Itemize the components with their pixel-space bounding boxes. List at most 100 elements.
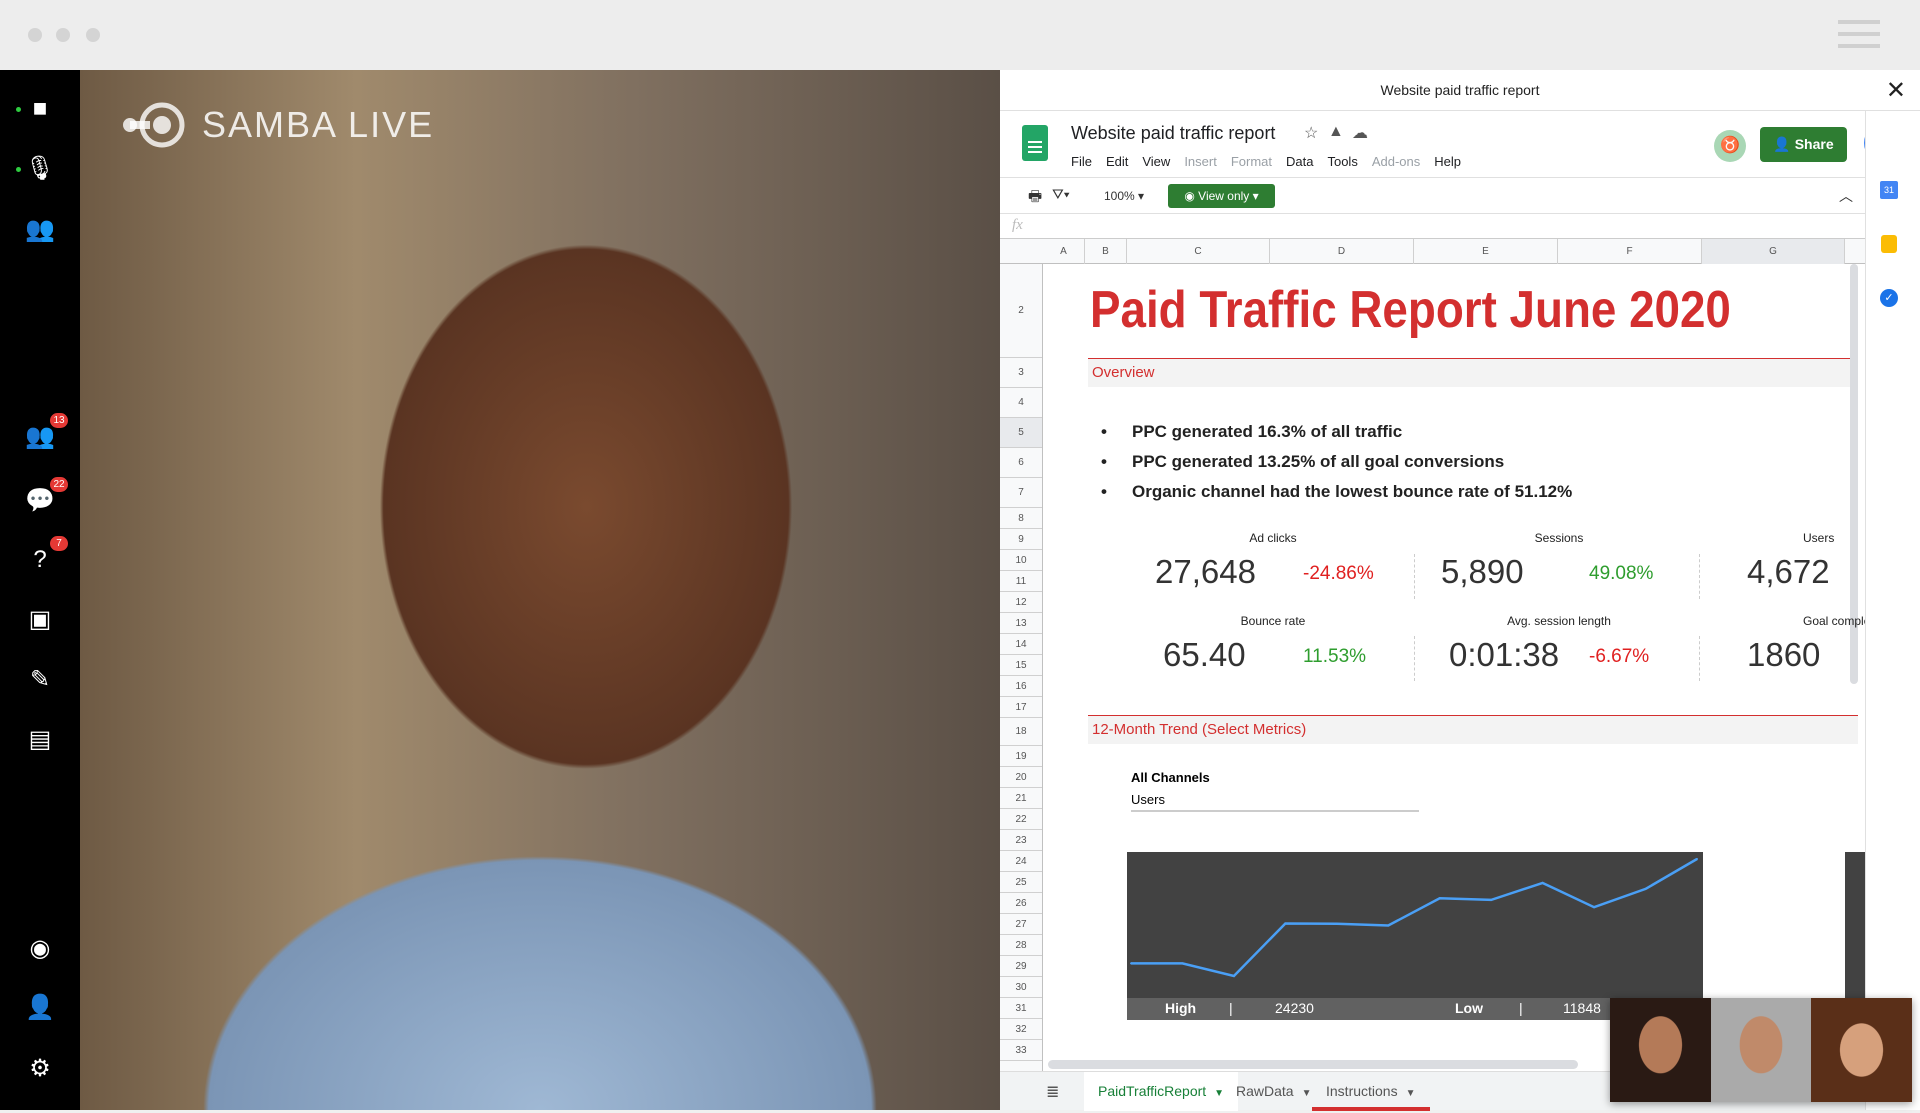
row-header[interactable]: 21 xyxy=(1000,788,1042,809)
row-header[interactable]: 7 xyxy=(1000,478,1042,508)
presentation-icon[interactable]: ▣ xyxy=(22,602,58,638)
video-camera-icon[interactable]: ■ xyxy=(22,91,58,127)
document-title[interactable]: Website paid traffic report xyxy=(1071,123,1275,144)
row-header[interactable]: 28 xyxy=(1000,935,1042,956)
column-header[interactable]: G xyxy=(1702,239,1845,264)
pencil-icon[interactable]: ✎ xyxy=(22,662,58,698)
row-header[interactable]: 32 xyxy=(1000,1019,1042,1040)
row-header[interactable]: 20 xyxy=(1000,767,1042,788)
row-header[interactable]: 4 xyxy=(1000,388,1042,418)
all-sheets-icon[interactable]: ≣ xyxy=(1046,1082,1059,1102)
menu-edit[interactable]: Edit xyxy=(1106,154,1128,169)
menu-tools[interactable]: Tools xyxy=(1327,154,1357,169)
row-header[interactable]: 31 xyxy=(1000,998,1042,1019)
filter-icon[interactable]: ⛛▾ xyxy=(1052,186,1070,203)
screen-share-person-icon[interactable]: 👥 xyxy=(22,212,58,248)
star-icon[interactable]: ☆ xyxy=(1304,123,1318,143)
view-only-button[interactable]: ◉ View only ▾ xyxy=(1168,184,1275,208)
window-minimize-dot[interactable] xyxy=(56,28,70,42)
notification-badge: 7 xyxy=(50,536,68,551)
dropdown-arrow-icon[interactable]: ▼ xyxy=(1302,1088,1312,1099)
row-header[interactable]: 9 xyxy=(1000,529,1042,550)
column-header[interactable]: F xyxy=(1558,239,1702,264)
row-header[interactable]: 29 xyxy=(1000,956,1042,977)
row-header[interactable]: 11 xyxy=(1000,571,1042,592)
formula-input[interactable] xyxy=(1043,217,1858,235)
hamburger-menu-icon[interactable] xyxy=(1838,20,1880,50)
tasks-icon[interactable]: ✓ xyxy=(1880,289,1898,307)
sheet-tab[interactable]: RawData ▼ xyxy=(1222,1072,1326,1111)
notification-badge: 13 xyxy=(50,413,68,428)
row-header[interactable]: 5 xyxy=(1000,418,1042,448)
row-header[interactable]: 6 xyxy=(1000,448,1042,478)
row-header[interactable]: 12 xyxy=(1000,592,1042,613)
menu-view[interactable]: View xyxy=(1142,154,1170,169)
column-header[interactable]: A xyxy=(1043,239,1085,264)
add-user-icon[interactable]: 👤 xyxy=(22,990,58,1026)
row-header[interactable]: 8 xyxy=(1000,508,1042,529)
calendar-icon[interactable]: 31 xyxy=(1880,181,1898,199)
close-icon[interactable]: ✕ xyxy=(1886,76,1906,105)
kpi-label: Avg. session length xyxy=(1507,614,1611,628)
row-header[interactable]: 33 xyxy=(1000,1040,1042,1061)
menu-insert[interactable]: Insert xyxy=(1184,154,1217,169)
zoom-select[interactable]: 100% ▾ xyxy=(1104,189,1144,203)
row-header[interactable]: 14 xyxy=(1000,634,1042,655)
sheets-header: Website paid traffic report ☆ ▲ ☁ File Ed… xyxy=(1000,111,1904,178)
row-header[interactable]: 13 xyxy=(1000,613,1042,634)
print-icon[interactable]: 🖶 xyxy=(1028,186,1042,211)
dropdown-arrow-icon[interactable]: ▼ xyxy=(1406,1088,1416,1099)
row-header[interactable]: 3 xyxy=(1000,358,1042,388)
menu-format[interactable]: Format xyxy=(1231,154,1272,169)
horizontal-scrollbar[interactable] xyxy=(1048,1060,1578,1069)
menu-add-ons[interactable]: Add-ons xyxy=(1372,154,1420,169)
row-header[interactable]: 23 xyxy=(1000,830,1042,851)
row-header[interactable]: 2 xyxy=(1000,264,1042,358)
participants-icon[interactable]: 👥 13 xyxy=(22,413,68,455)
menu-file[interactable]: File xyxy=(1071,154,1092,169)
row-header[interactable]: 19 xyxy=(1000,746,1042,767)
microphone-icon[interactable]: 🎙 xyxy=(22,151,58,187)
row-header[interactable]: 27 xyxy=(1000,914,1042,935)
participant-video[interactable] xyxy=(1610,998,1711,1102)
menu-data[interactable]: Data xyxy=(1286,154,1313,169)
row-header[interactable]: 22 xyxy=(1000,809,1042,830)
kpi-change: -24.86% xyxy=(1303,563,1374,584)
row-header[interactable]: 26 xyxy=(1000,893,1042,914)
kpi-value: 5,890 xyxy=(1441,553,1524,590)
column-header[interactable]: E xyxy=(1414,239,1558,264)
question-icon[interactable]: ? 7 xyxy=(22,536,68,578)
chat-icon[interactable]: 💬 22 xyxy=(22,477,68,519)
row-header[interactable]: 10 xyxy=(1000,550,1042,571)
row-header[interactable]: 18 xyxy=(1000,718,1042,746)
brand-name: SAMBA LIVE xyxy=(202,104,435,145)
keep-icon[interactable] xyxy=(1881,235,1897,253)
collapse-chevron-icon[interactable]: ︿ xyxy=(1839,186,1853,206)
record-icon[interactable]: ◉ xyxy=(22,931,58,967)
report-icon[interactable]: ▤ xyxy=(22,722,58,758)
participant-video[interactable] xyxy=(1811,998,1913,1102)
cloud-status-icon[interactable]: ☁ xyxy=(1352,123,1368,143)
settings-icon[interactable]: ⚙ xyxy=(22,1051,58,1087)
window-close-dot[interactable] xyxy=(28,28,42,42)
row-header[interactable]: 16 xyxy=(1000,676,1042,697)
column-header[interactable]: C xyxy=(1127,239,1270,264)
share-button[interactable]: 👤 Share xyxy=(1760,127,1847,162)
column-header[interactable]: D xyxy=(1270,239,1414,264)
participant-video[interactable] xyxy=(1710,998,1812,1102)
google-sheets-icon[interactable] xyxy=(1022,125,1048,161)
bullet-item: PPC generated 16.3% of all traffic xyxy=(1101,422,1402,442)
row-header[interactable]: 25 xyxy=(1000,872,1042,893)
shared-document-panel: Website paid traffic report ✕ Website pa… xyxy=(1000,70,1920,1111)
column-header[interactable]: B xyxy=(1085,239,1127,264)
anonymous-user-avatar[interactable]: ♉ xyxy=(1714,130,1746,162)
row-header[interactable]: 24 xyxy=(1000,851,1042,872)
window-zoom-dot[interactable] xyxy=(86,28,100,42)
row-header[interactable]: 30 xyxy=(1000,977,1042,998)
move-to-drive-icon[interactable]: ▲ xyxy=(1328,123,1344,141)
sheet-tab[interactable]: Instructions ▼ xyxy=(1312,1072,1430,1111)
menu-help[interactable]: Help xyxy=(1434,154,1461,169)
row-header[interactable]: 15 xyxy=(1000,655,1042,676)
sheet-tab[interactable]: PaidTrafficReport ▼ xyxy=(1084,1072,1239,1111)
row-header[interactable]: 17 xyxy=(1000,697,1042,718)
